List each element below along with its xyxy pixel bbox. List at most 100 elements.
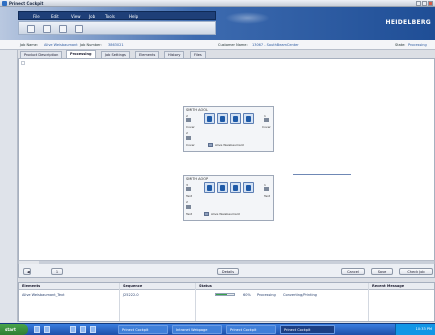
status-detail-cell: Converting/Printing <box>283 293 317 297</box>
details-button[interactable]: Details <box>217 268 239 275</box>
app-header: File Edit View Job Tools Help HEIDELBERG <box>0 7 435 40</box>
tab-product-description[interactable]: Product Description <box>20 51 63 58</box>
job-info-bar: Job Name: Alive Weisbaumant Job Number: … <box>0 40 435 50</box>
process-step-icon[interactable] <box>243 182 254 193</box>
window-titlebar: Prinect Cockpit <box>0 0 435 7</box>
process-step-icon[interactable] <box>204 113 215 124</box>
processing-workspace[interactable]: SMITH AOOL 2 1 Cover Cover 2 Cover Alive… <box>18 58 435 264</box>
taskbar-item[interactable]: Prinect Cockpit <box>226 325 276 334</box>
menu-tools[interactable]: Tools <box>105 14 115 19</box>
job-number-value: 3863021 <box>108 43 124 47</box>
state-value: Processing <box>408 43 427 47</box>
print-icon[interactable] <box>59 25 67 33</box>
taskbar-item[interactable]: Prinect Cockpit <box>118 325 168 334</box>
card-row-left: Text <box>186 194 193 198</box>
process-step-icon[interactable] <box>204 182 215 193</box>
column-divider <box>119 283 120 321</box>
progress-bar <box>215 293 235 296</box>
sheet-icon <box>186 118 191 122</box>
card-number: 2 <box>186 131 188 135</box>
element-cell: Alive Weisbaumant_Text <box>22 293 65 297</box>
quick-launch-icon[interactable] <box>80 326 86 333</box>
element-icon <box>204 212 209 216</box>
menu-job[interactable]: Job <box>89 14 95 19</box>
left-rail <box>0 50 18 322</box>
menu-bar: File Edit View Job Tools Help <box>18 11 216 20</box>
job-card[interactable]: SMITH AOOP 3 1 Text Text 2 Text Alive We… <box>183 175 274 221</box>
job-name-value: Alive Weisbaumant <box>44 43 78 47</box>
save-button[interactable]: Save <box>371 268 393 275</box>
column-divider <box>195 283 196 321</box>
job-card[interactable]: SMITH AOOL 2 1 Cover Cover 2 Cover Alive… <box>183 106 274 152</box>
menu-file[interactable]: File <box>33 14 40 19</box>
check-job-button[interactable]: Check Job <box>399 268 433 275</box>
column-header-sequence[interactable]: Sequence <box>123 284 142 288</box>
main-toolbar <box>18 21 216 35</box>
workspace-corner-icon <box>21 61 25 65</box>
stack-icon <box>186 205 191 209</box>
brand-logo: HEIDELBERG <box>385 19 431 26</box>
minimize-button[interactable] <box>416 1 421 6</box>
quick-launch-icon[interactable] <box>34 326 40 333</box>
tab-history[interactable]: History <box>164 51 185 58</box>
process-step-icon[interactable] <box>230 182 241 193</box>
taskbar-item-active[interactable]: Prinect Cockpit <box>280 325 335 334</box>
process-step-icon[interactable] <box>217 113 228 124</box>
card-title: SMITH AOOL <box>186 108 208 112</box>
menu-view[interactable]: View <box>71 14 81 19</box>
status-table: Elements Sequence Status Recent Message … <box>18 282 435 322</box>
tab-files[interactable]: Files <box>190 51 206 58</box>
menu-edit[interactable]: Edit <box>51 14 59 19</box>
column-header-status[interactable]: Status <box>199 284 212 288</box>
customer-name-label: Customer Name: <box>218 43 248 47</box>
connector-line <box>293 174 351 175</box>
windows-taskbar: start Prinect Cockpit Intranet Webpage P… <box>0 323 435 335</box>
sequence-cell: J25222-0 <box>123 293 139 297</box>
element-icon <box>208 143 213 147</box>
taskbar-item[interactable]: Intranet Webpage <box>172 325 222 334</box>
clock: 10:33 PM <box>415 327 432 331</box>
jobs-icon[interactable] <box>43 25 51 33</box>
quick-launch-icon[interactable] <box>90 326 96 333</box>
start-button[interactable]: start <box>0 324 28 335</box>
card-row-left: Cover <box>186 143 195 147</box>
tab-elements[interactable]: Elements <box>135 51 160 58</box>
status-cell: Processing <box>257 293 276 297</box>
process-step-icon[interactable] <box>243 113 254 124</box>
tab-job-settings[interactable]: Job Settings <box>101 51 130 58</box>
quick-launch-icon[interactable] <box>70 326 76 333</box>
table-row[interactable]: Alive Weisbaumant_Text J25222-0 60% Proc… <box>19 291 434 298</box>
home-icon[interactable] <box>27 25 35 33</box>
card-number: 2 <box>186 200 188 204</box>
delete-icon[interactable] <box>75 25 83 33</box>
app-icon <box>2 1 7 6</box>
sheet-icon <box>264 187 269 191</box>
page-back-button[interactable]: ◀ <box>23 268 31 275</box>
page-field[interactable]: 1 <box>51 268 63 275</box>
progress-fill <box>216 294 227 295</box>
close-button[interactable] <box>428 1 433 6</box>
card-row-left: Text <box>186 212 193 216</box>
stack-icon <box>186 136 191 140</box>
system-tray: 10:33 PM <box>395 324 435 335</box>
customer-name-value: 13067 - SouthBeamCenter <box>252 43 299 47</box>
process-step-icon[interactable] <box>217 182 228 193</box>
column-divider <box>368 283 369 321</box>
card-element-name: Alive Weisbaumant <box>211 212 240 216</box>
column-header-elements[interactable]: Elements <box>22 284 40 288</box>
quick-launch-icon[interactable] <box>44 326 50 333</box>
card-row-right: Text <box>264 194 271 198</box>
cancel-button[interactable]: Cancel <box>341 268 365 275</box>
tab-processing[interactable]: Processing <box>66 50 96 58</box>
job-number-label: Job Number: <box>80 43 102 47</box>
header-decoration <box>225 12 270 24</box>
progress-label: 60% <box>243 293 251 297</box>
maximize-button[interactable] <box>422 1 427 6</box>
card-row-left: Cover <box>186 125 195 129</box>
menu-help[interactable]: Help <box>129 14 138 19</box>
status-table-header: Elements Sequence Status Recent Message <box>19 283 434 290</box>
card-row-right: Cover <box>262 125 271 129</box>
column-header-recent-message[interactable]: Recent Message <box>372 284 404 288</box>
process-step-icon[interactable] <box>230 113 241 124</box>
window-title: Prinect Cockpit <box>9 1 44 6</box>
